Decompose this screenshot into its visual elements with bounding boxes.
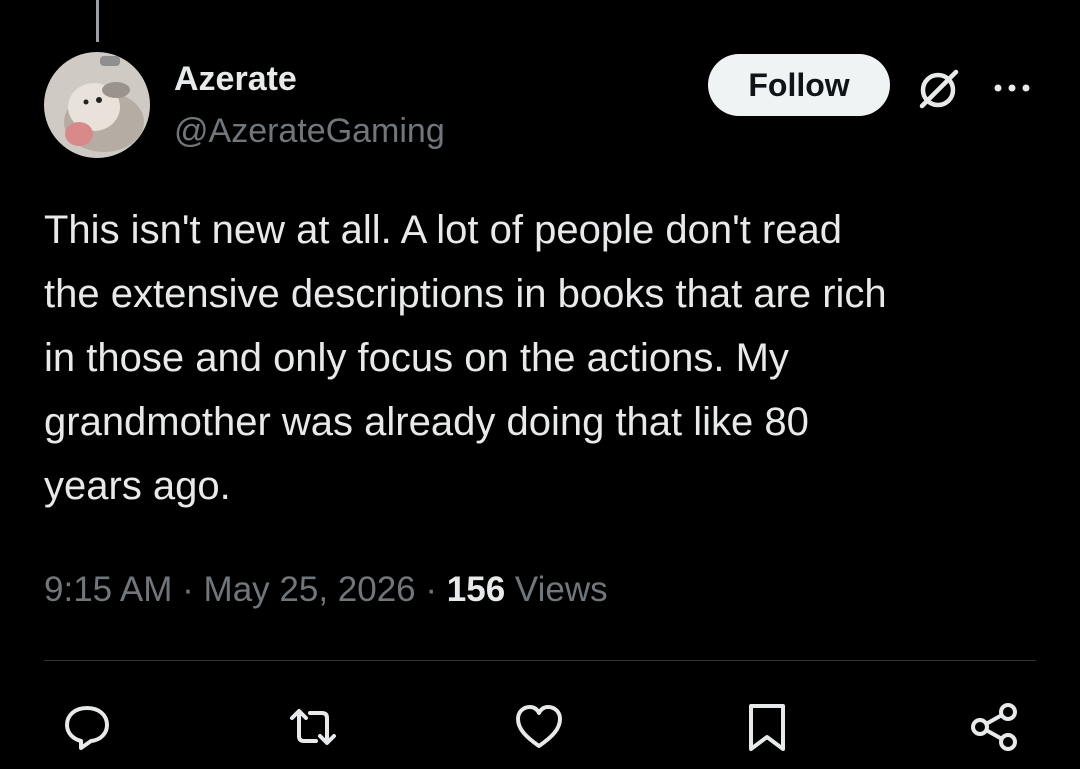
views-count[interactable]: 156 xyxy=(447,570,505,609)
reply-button[interactable] xyxy=(60,700,114,754)
thread-connector-line xyxy=(96,0,99,42)
tweet-date[interactable]: May 25, 2026 xyxy=(204,570,416,609)
meta-separator: · xyxy=(182,570,194,609)
bookmark-button[interactable] xyxy=(740,700,794,754)
display-name[interactable]: Azerate xyxy=(174,58,297,100)
share-button[interactable] xyxy=(968,700,1022,754)
user-handle[interactable]: @AzerateGaming xyxy=(174,110,445,152)
tweet-time[interactable]: 9:15 AM xyxy=(44,570,172,609)
heart-icon xyxy=(516,705,562,748)
hedgehog-avatar-icon xyxy=(44,52,150,158)
bookmark-icon xyxy=(749,704,785,751)
tweet-text: This isn't new at all. A lot of people d… xyxy=(44,208,887,508)
views-label[interactable]: Views xyxy=(515,570,608,609)
tweet-meta: 9:15 AM · May 25, 2026 · 156 Views xyxy=(44,566,608,614)
like-button[interactable] xyxy=(512,700,566,754)
share-icon xyxy=(971,703,1017,751)
follow-button[interactable]: Follow xyxy=(708,54,890,116)
retweet-button[interactable] xyxy=(286,700,340,754)
meta-separator: · xyxy=(425,570,438,609)
retweet-icon xyxy=(290,709,336,745)
more-dots-icon[interactable] xyxy=(990,68,1034,108)
avatar[interactable] xyxy=(44,52,150,158)
grok-icon[interactable] xyxy=(914,62,966,114)
divider xyxy=(44,660,1036,661)
reply-icon xyxy=(65,706,109,750)
